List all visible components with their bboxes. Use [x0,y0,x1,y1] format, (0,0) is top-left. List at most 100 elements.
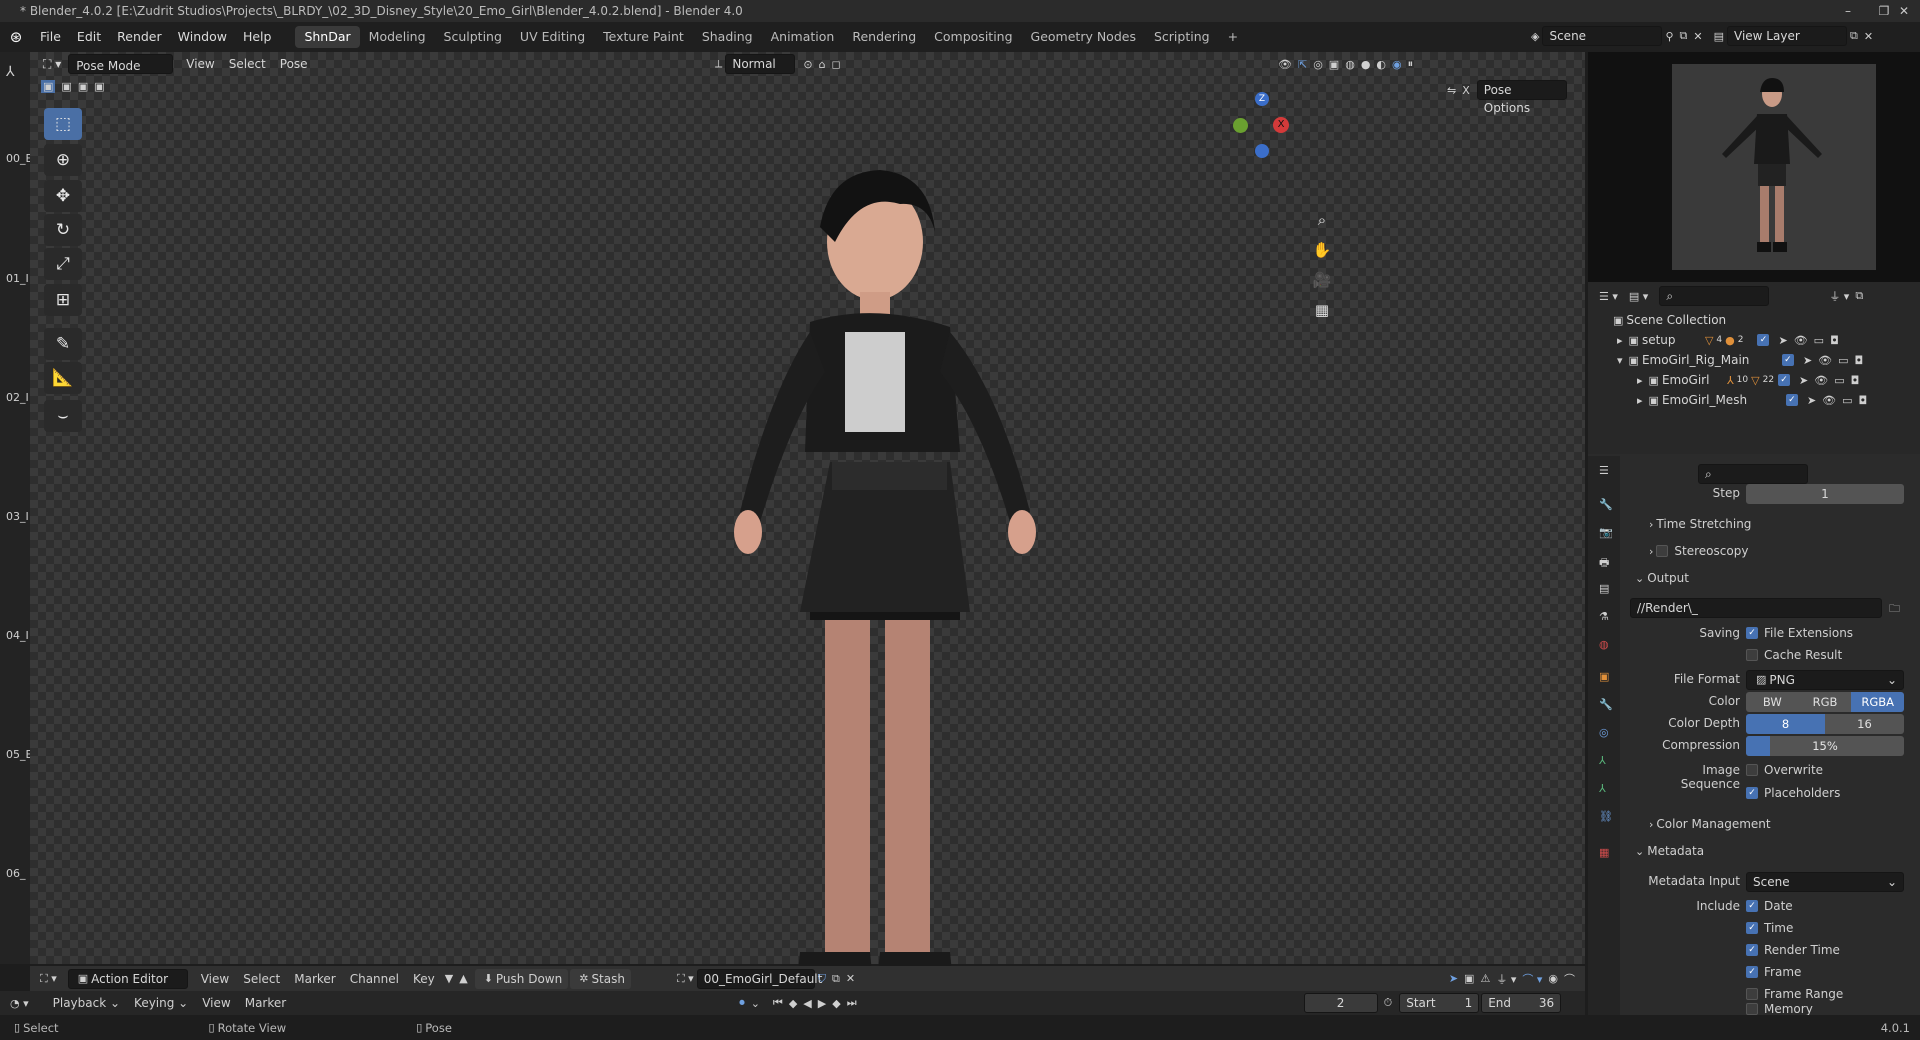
end-frame-field[interactable]: End 36 [1481,993,1562,1013]
editor-type-icon[interactable]: ⛶ ▾ [36,53,68,75]
color-rgb-option[interactable]: RGB [1798,692,1852,712]
play-icon[interactable]: ▶ [818,997,826,1010]
compression-slider[interactable]: 15% [1746,736,1904,756]
exclude-checkbox[interactable]: ✓ [1785,394,1798,406]
expand-arrow-icon[interactable]: ▸ [1617,334,1623,347]
layer-up-icon[interactable]: ▲ [459,972,467,985]
render-camera-icon[interactable]: ◘ [1830,334,1839,347]
blender-logo-icon[interactable]: ⊛ [0,28,32,46]
record-icon[interactable]: ⏺ [739,996,745,1010]
monitor-icon[interactable]: ▭ [1838,354,1848,367]
output-tab-icon[interactable]: 🖶 [1599,554,1609,573]
file-extensions-checkbox[interactable]: ✓ [1746,627,1758,639]
menu-edit[interactable]: Edit [69,22,109,52]
character-model[interactable] [660,132,1080,992]
bone-constraint-tab-icon[interactable]: ⛓ [1599,810,1613,823]
properties-search-input[interactable]: ⌕ [1698,464,1808,484]
new-action-icon[interactable]: ⧉ [832,972,840,986]
mode-dropdown[interactable]: Pose Mode [68,54,174,74]
stopwatch-icon[interactable]: ⏱ [1384,996,1393,1010]
hand-pan-icon[interactable]: ✋ [1308,236,1336,264]
include-date-checkbox[interactable]: ✓ [1746,900,1758,912]
tab-modeling[interactable]: Modeling [360,26,435,48]
delete-layer-icon[interactable]: ✕ [1864,30,1873,43]
eye-icon[interactable]: 👁 [1814,374,1828,387]
metadata-panel-header[interactable]: ⌄ Metadata [1632,841,1704,861]
cursor-tool[interactable]: ⊕ [44,144,82,176]
snap-icon[interactable]: ⌂ [819,58,826,71]
record-options-icon[interactable]: ⌄ [751,997,760,1010]
color-bw-option[interactable]: BW [1746,692,1799,712]
new-scene-icon[interactable]: ⧉ [1680,29,1688,43]
ae-menu-channel[interactable]: Channel [343,968,406,990]
cache-result-option[interactable]: Cache Result [1746,645,1842,665]
include-render-time-checkbox[interactable]: ✓ [1746,944,1758,956]
solid-shading-icon[interactable]: ● [1361,58,1371,71]
exclude-checkbox[interactable]: ✓ [1781,354,1794,366]
dopesheet-editor-icon[interactable]: ⛶ ▾ [40,972,57,986]
menu-view[interactable]: View [179,53,221,75]
layer-down-icon[interactable]: ▼ [445,972,453,985]
action-browse-icon[interactable]: ⛶ ▾ [677,972,694,986]
falloff-icon[interactable]: ⌒ [1564,971,1575,987]
pb-menu-view[interactable]: View [195,992,237,1014]
scene-field[interactable]: Scene [1542,26,1663,46]
menu-pose[interactable]: Pose [273,53,315,75]
close-button[interactable]: ✕ [1886,0,1920,22]
pose-options-dropdown[interactable]: Pose Options [1476,80,1567,115]
zoom-icon[interactable]: ⌕ [1308,206,1336,234]
file-format-dropdown[interactable]: ▨ PNG ⌄ [1746,670,1904,690]
gizmo-y-axis[interactable] [1233,118,1248,133]
include-frame-range-option[interactable]: Frame Range [1746,984,1843,1004]
filter-icon[interactable]: ⏚ ▾ [1829,288,1849,304]
select-arrow-icon[interactable]: ➤ [1803,354,1812,367]
include-frame-option[interactable]: ✓ Frame [1746,962,1801,982]
monitor-icon[interactable]: ▭ [1834,374,1844,387]
ae-filter-icon[interactable]: ⏚ ▾ [1496,971,1516,987]
move-tool[interactable]: ✥ [44,180,82,212]
output-panel-header[interactable]: ⌄ Output [1632,568,1689,588]
modifier-tab-icon[interactable]: 🔧 [1599,698,1613,711]
include-date-option[interactable]: ✓ Date [1746,896,1793,916]
gizmo-x-axis[interactable]: X [1273,117,1289,133]
new-layer-icon[interactable]: ⧉ [1850,29,1858,43]
collapse-arrow-icon[interactable]: ▾ [1617,354,1623,367]
outliner-scene-collection[interactable]: ▣ Scene Collection [1610,310,1726,330]
overwrite-checkbox[interactable] [1746,764,1758,776]
orientation-dropdown[interactable]: Normal [725,54,796,74]
outliner-item-rig-main[interactable]: ▾ ▣ EmoGirl_Rig_Main ✓ ➤ 👁 ▭ ◘ [1614,350,1914,370]
outliner-item-emogirl-mesh[interactable]: ▸ ▣ EmoGirl_Mesh ✓ ➤ 👁 ▭ ◘ [1634,390,1914,410]
tab-scripting[interactable]: Scripting [1145,26,1219,48]
tab-texture-paint[interactable]: Texture Paint [594,26,693,48]
show-hidden-icon[interactable]: ▣ [1464,972,1474,985]
stereoscopy-checkbox[interactable] [1656,545,1669,557]
properties-editor-icon[interactable]: ☰ [1599,464,1609,477]
wireframe-shading-icon[interactable]: ◍ [1345,58,1355,71]
menu-window[interactable]: Window [170,22,235,52]
eye-icon[interactable]: 👁 [1818,354,1832,367]
eye-icon[interactable]: 👁 [1822,394,1836,407]
step-field[interactable]: 1 [1746,484,1904,504]
tab-uv-editing[interactable]: UV Editing [511,26,594,48]
add-workspace-button[interactable]: + [1219,26,1247,48]
include-memory-option[interactable]: Memory [1746,1002,1813,1015]
jump-end-icon[interactable]: ⏭ [847,996,857,1010]
fake-user-icon[interactable]: ⛉ [818,972,826,986]
keying-menu[interactable]: Keying ⌄ [127,992,195,1014]
annotate-tool[interactable]: ✎ [44,328,82,360]
output-path-input[interactable]: //Render\_ [1630,598,1882,618]
include-time-checkbox[interactable]: ✓ [1746,922,1758,934]
relax-tool[interactable]: ⌣ [44,400,82,432]
select-arrow-icon[interactable]: ➤ [1778,334,1787,347]
pivot-icon[interactable]: ⊙ [803,58,812,71]
gizmo-icon[interactable]: ⇱ [1298,58,1307,71]
camera-icon[interactable]: 🎥 [1308,266,1336,294]
monitor-icon[interactable]: ▭ [1814,334,1824,347]
action-editor-dropdown[interactable]: ▣ Action Editor [67,968,188,989]
play-reverse-icon[interactable]: ◀ [803,997,811,1010]
eye-icon[interactable]: 👁 [1794,334,1808,347]
color-depth-8-option[interactable]: 8 [1746,714,1825,734]
tab-sculpting[interactable]: Sculpting [435,26,511,48]
new-collection-icon[interactable]: ⧉ [1855,289,1863,303]
color-depth-16-option[interactable]: 16 [1825,714,1904,734]
